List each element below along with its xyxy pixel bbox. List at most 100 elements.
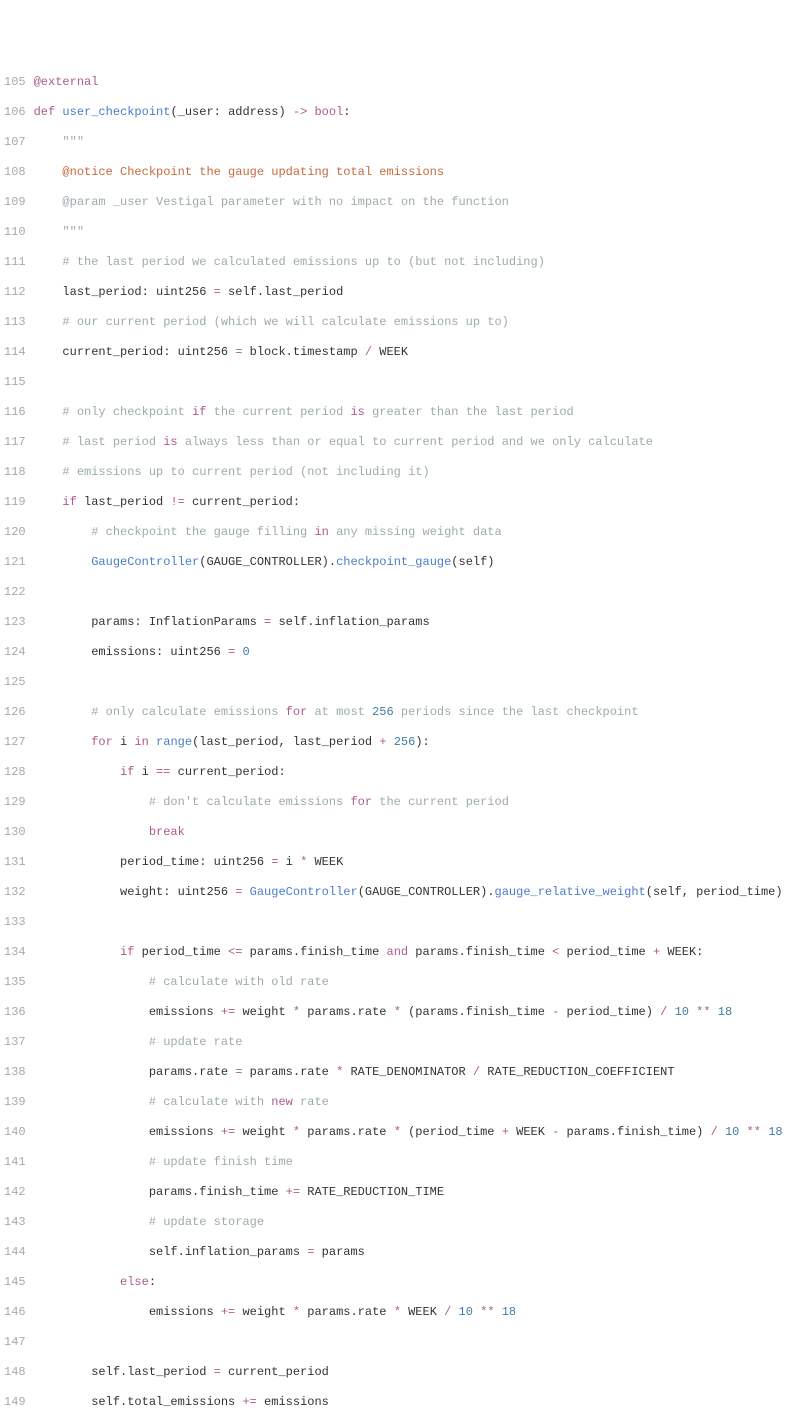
op-pow: ** — [696, 1005, 710, 1019]
comment: # only calculate emissions — [34, 705, 286, 719]
code-line: emissions: uint256 = 0 — [34, 645, 806, 660]
expr: WEEK: — [660, 945, 703, 959]
indent — [34, 555, 92, 569]
code-line: # last period is always less than or equ… — [34, 435, 806, 450]
indent — [34, 1275, 120, 1289]
line-number: 143 — [4, 1215, 26, 1230]
code-line: # checkpoint the gauge filling in any mi… — [34, 525, 806, 540]
expr: emissions — [257, 1395, 329, 1409]
line-number-gutter: 105 106 107 108 109 110 111 112 113 114 … — [0, 60, 34, 1418]
params: (_user: address) — [170, 105, 292, 119]
code-content: @external def user_checkpoint(_user: add… — [34, 60, 806, 1418]
line-number: 108 — [4, 165, 26, 180]
expr: weight — [235, 1125, 293, 1139]
keyword-in: in — [134, 735, 148, 749]
expr: params — [314, 1245, 364, 1259]
code-line: # calculate with old rate — [34, 975, 806, 990]
line-number: 127 — [4, 735, 26, 750]
comment: # update storage — [34, 1215, 264, 1229]
line-number: 132 — [4, 885, 26, 900]
line-number: 149 — [4, 1395, 26, 1410]
args: (self) — [451, 555, 494, 569]
op-eq: = — [235, 1065, 242, 1079]
comment: always less than or equal to current per… — [178, 435, 653, 449]
op-minus: - — [552, 1005, 559, 1019]
code-line — [34, 915, 806, 930]
code-line: emissions += weight * params.rate * WEEK… — [34, 1305, 806, 1320]
comment: # don't calculate emissions — [34, 795, 351, 809]
line-number: 109 — [4, 195, 26, 210]
comment: any missing weight data — [329, 525, 502, 539]
return-type: bool — [307, 105, 343, 119]
code-line: # update storage — [34, 1215, 806, 1230]
keyword-new: new — [271, 1095, 293, 1109]
expr: params.finish_time — [242, 945, 386, 959]
indent — [34, 945, 120, 959]
keyword-for: for — [350, 795, 372, 809]
expr: emissions — [34, 1125, 221, 1139]
args: (last_period, last_period — [192, 735, 379, 749]
var-decl: current_period: uint256 — [34, 345, 236, 359]
expr: RATE_REDUCTION_TIME — [300, 1185, 444, 1199]
code-line: @notice Checkpoint the gauge updating to… — [34, 165, 806, 180]
op-eq: = — [214, 285, 221, 299]
op-le: <= — [228, 945, 242, 959]
expr: weight — [235, 1305, 293, 1319]
op-mul: * — [336, 1065, 343, 1079]
line-number: 113 — [4, 315, 26, 330]
indent — [34, 825, 149, 839]
line-number: 110 — [4, 225, 26, 240]
code-line: """ — [34, 135, 806, 150]
line-number: 119 — [4, 495, 26, 510]
line-number: 138 — [4, 1065, 26, 1080]
op-plus: + — [502, 1125, 509, 1139]
code-line: else: — [34, 1275, 806, 1290]
call: range — [156, 735, 192, 749]
code-line — [34, 675, 806, 690]
op-minus: - — [552, 1125, 559, 1139]
docstring-notice: @notice Checkpoint the gauge updating to… — [34, 165, 444, 179]
expr: (period_time — [401, 1125, 502, 1139]
keyword-is: is — [163, 435, 177, 449]
expr: period_time) — [559, 1005, 660, 1019]
expr: (params.finish_time — [401, 1005, 552, 1019]
op-div: / — [444, 1305, 451, 1319]
op-ne: != — [170, 495, 184, 509]
var-decl: period_time: uint256 — [34, 855, 272, 869]
expr: RATE_REDUCTION_COEFFICIENT — [480, 1065, 674, 1079]
code-line: """ — [34, 225, 806, 240]
expr: (GAUGE_CONTROLLER). — [358, 885, 495, 899]
expr: self.total_emissions — [34, 1395, 243, 1409]
op-eq: = — [307, 1245, 314, 1259]
code-line: # only checkpoint if the current period … — [34, 405, 806, 420]
line-number: 116 — [4, 405, 26, 420]
line-number: 135 — [4, 975, 26, 990]
line-number: 123 — [4, 615, 26, 630]
args: (self, period_time) — [646, 885, 783, 899]
code-line: def user_checkpoint(_user: address) -> b… — [34, 105, 806, 120]
var-decl: weight: uint256 — [34, 885, 236, 899]
keyword-if: if — [120, 765, 134, 779]
expr: emissions — [34, 1005, 221, 1019]
line-number: 133 — [4, 915, 26, 930]
space — [761, 1125, 768, 1139]
op-mul: * — [394, 1125, 401, 1139]
space — [739, 1125, 746, 1139]
code-line: # emissions up to current period (not in… — [34, 465, 806, 480]
var-decl: last_period: uint256 — [34, 285, 214, 299]
op-mul: * — [293, 1005, 300, 1019]
space — [667, 1005, 674, 1019]
expr: params.finish_time) — [559, 1125, 710, 1139]
line-number: 136 — [4, 1005, 26, 1020]
code-line: @external — [34, 75, 806, 90]
line-number: 122 — [4, 585, 26, 600]
var-decl: emissions: uint256 — [34, 645, 228, 659]
line-number: 117 — [4, 435, 26, 450]
op-eq: = — [235, 885, 242, 899]
op-plus-eq: += — [242, 1395, 256, 1409]
code-line: break — [34, 825, 806, 840]
op-mul: * — [293, 1305, 300, 1319]
op-plus: + — [379, 735, 386, 749]
space — [451, 1305, 458, 1319]
expr: WEEK — [307, 855, 343, 869]
